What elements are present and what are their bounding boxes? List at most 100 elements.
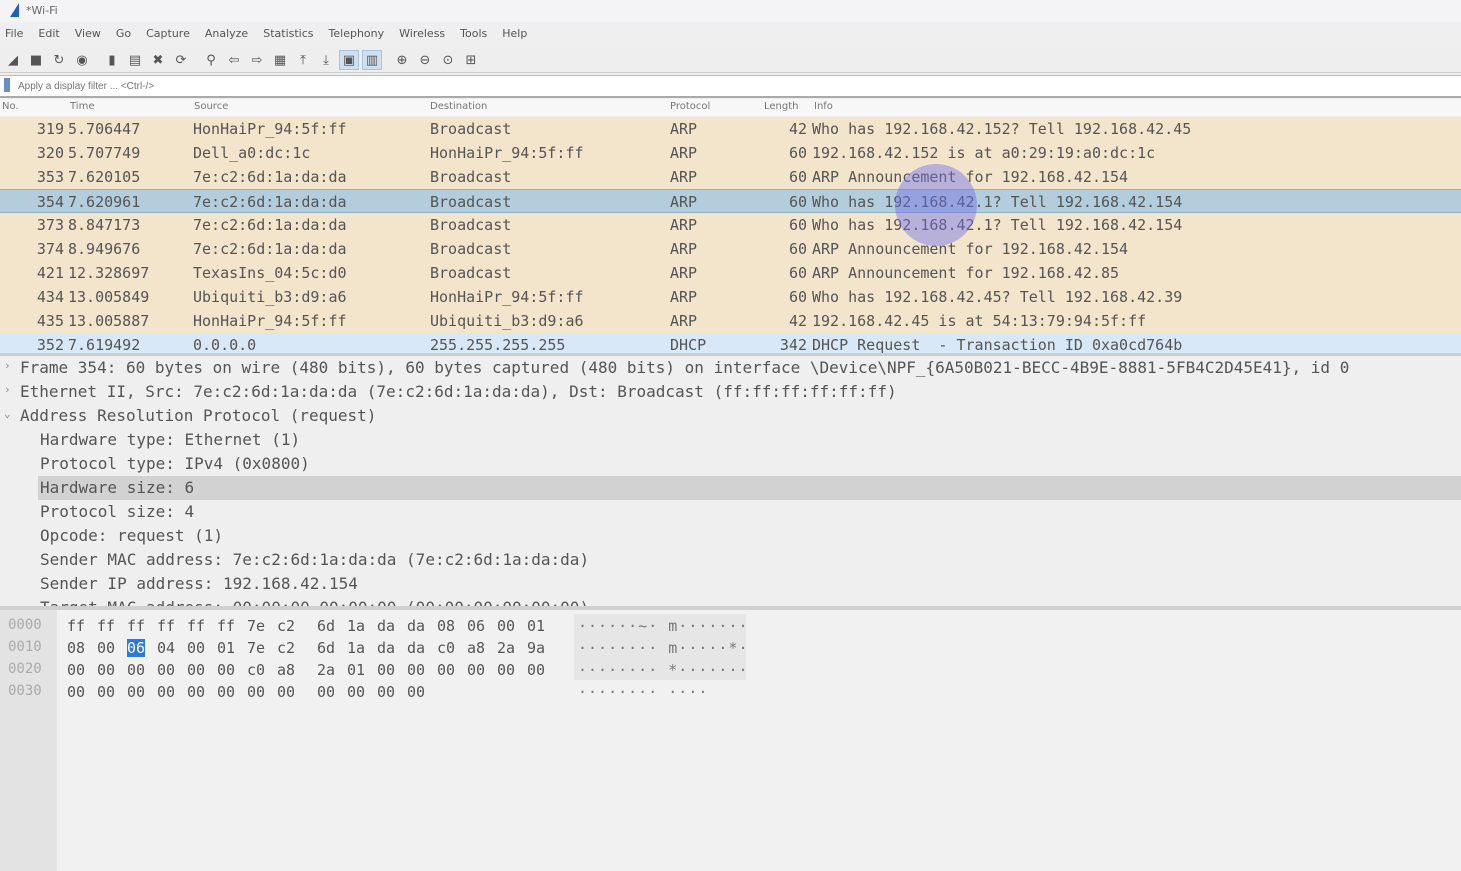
hex-byte[interactable]: 00 (467, 661, 485, 679)
menu-go[interactable]: Go (116, 27, 131, 45)
hex-byte[interactable]: 00 (407, 661, 425, 679)
hex-byte[interactable]: 2a (317, 661, 335, 679)
zoom-out-button[interactable]: ⊖ (415, 50, 435, 70)
hex-byte[interactable]: 00 (157, 683, 175, 701)
detail-row[interactable]: Opcode: request (1) (0, 524, 1461, 548)
expand-arrow-icon[interactable]: › (4, 359, 11, 372)
reload-button[interactable]: ⟳ (171, 50, 191, 70)
hex-byte[interactable]: 2a (497, 639, 515, 657)
hex-byte[interactable]: 00 (187, 639, 205, 657)
expand-arrow-icon[interactable]: › (4, 383, 11, 396)
detail-row[interactable]: Sender MAC address: 7e:c2:6d:1a:da:da (7… (0, 548, 1461, 572)
filter-bookmark-icon[interactable] (4, 78, 10, 92)
detail-row[interactable]: ⌄ Address Resolution Protocol (request) (0, 404, 1461, 428)
hex-byte[interactable]: ff (217, 617, 235, 635)
hex-byte[interactable]: 00 (97, 639, 115, 657)
hex-byte[interactable]: a8 (467, 639, 485, 657)
collapse-arrow-icon[interactable]: ⌄ (4, 407, 11, 420)
column-header-protocol[interactable]: Protocol (670, 101, 710, 112)
packet-row[interactable]: 353 7.620105 7e:c2:6d:1a:da:da Broadcast ARP… (0, 165, 1461, 189)
hex-byte[interactable]: 9a (527, 639, 545, 657)
go-back-button[interactable]: ⇦ (224, 50, 244, 70)
packet-row[interactable]: 374 8.949676 7e:c2:6d:1a:da:da Broadcast ARP… (0, 237, 1461, 261)
hex-byte[interactable]: da (377, 617, 395, 635)
detail-row[interactable]: Target MAC address: 00:00:00_00:00:00 (0… (0, 596, 1461, 606)
hex-byte[interactable]: 00 (67, 661, 85, 679)
hex-byte[interactable]: 00 (497, 661, 515, 679)
hex-byte[interactable]: 08 (437, 617, 455, 635)
column-header-destination[interactable]: Destination (430, 101, 487, 112)
detail-row[interactable]: › Ethernet II, Src: 7e:c2:6d:1a:da:da (7e… (0, 380, 1461, 404)
go-to-packet-button[interactable]: ▦ (270, 50, 290, 70)
menu-capture[interactable]: Capture (146, 27, 190, 45)
packet-row[interactable]: 421 12.328697 TexasIns_04:5c:d0 Broadcast AR… (0, 261, 1461, 285)
find-packet-button[interactable]: ⚲ (201, 50, 221, 70)
hex-byte[interactable]: 6d (317, 617, 335, 635)
display-filter-input[interactable] (16, 77, 1450, 95)
colorize-button[interactable]: ▥ (362, 50, 382, 70)
hex-byte[interactable]: ff (187, 617, 205, 635)
hex-byte[interactable]: 01 (217, 639, 235, 657)
detail-row[interactable]: Hardware type: Ethernet (1) (0, 428, 1461, 452)
hex-byte[interactable]: 01 (347, 661, 365, 679)
detail-row[interactable]: Protocol size: 4 (0, 500, 1461, 524)
menu-help[interactable]: Help (502, 27, 527, 45)
hex-byte[interactable]: 06 (467, 617, 485, 635)
hex-byte[interactable]: ff (97, 617, 115, 635)
shark-fin-start-button[interactable]: ◢ (3, 50, 23, 70)
menu-analyze[interactable]: Analyze (205, 27, 248, 45)
zoom-normal-button[interactable]: ⊙ (438, 50, 458, 70)
menu-wireless[interactable]: Wireless (399, 27, 445, 45)
hex-byte[interactable]: da (377, 639, 395, 657)
hex-byte[interactable]: a8 (277, 661, 295, 679)
close-file-button[interactable]: ✖ (148, 50, 168, 70)
hex-ascii[interactable]: ········ *······· (578, 661, 749, 679)
hex-byte[interactable]: ff (157, 617, 175, 635)
packet-row[interactable]: 434 13.005849 Ubiquiti_b3:d9:a6 HonHaiPr_94… (0, 285, 1461, 309)
hex-byte[interactable]: 6d (317, 639, 335, 657)
hex-byte[interactable]: 00 (407, 683, 425, 701)
hex-byte[interactable]: 00 (187, 683, 205, 701)
go-first-button[interactable]: ⤒ (293, 50, 313, 70)
packet-row[interactable]: 320 5.707749 Dell_a0:dc:1c HonHaiPr_94:5f:f… (0, 141, 1461, 165)
hex-byte[interactable]: 00 (187, 661, 205, 679)
menu-file[interactable]: File (5, 27, 23, 45)
hex-ascii[interactable]: ········ m·····*· (578, 639, 749, 657)
column-header-info[interactable]: Info (814, 101, 833, 112)
menu-tools[interactable]: Tools (460, 27, 487, 45)
menu-statistics[interactable]: Statistics (263, 27, 313, 45)
hex-byte[interactable]: 00 (317, 683, 335, 701)
hex-byte[interactable]: 00 (247, 683, 265, 701)
menu-view[interactable]: View (75, 27, 101, 45)
hex-byte[interactable]: 00 (97, 661, 115, 679)
hex-byte[interactable]: 1a (347, 639, 365, 657)
hex-byte[interactable]: 00 (527, 661, 545, 679)
autoscroll-button[interactable]: ▣ (339, 50, 359, 70)
save-file-button[interactable]: ▤ (125, 50, 145, 70)
hex-byte[interactable]: 00 (217, 683, 235, 701)
hex-byte[interactable]: 00 (127, 683, 145, 701)
options-gear-button[interactable]: ◉ (72, 50, 92, 70)
hex-ascii[interactable]: ······~· m······· (578, 617, 749, 635)
column-header-no[interactable]: No. (2, 101, 19, 112)
menu-edit[interactable]: Edit (38, 27, 59, 45)
menu-telephony[interactable]: Telephony (329, 27, 385, 45)
go-forward-button[interactable]: ⇨ (247, 50, 267, 70)
packet-row[interactable]: 319 5.706447 HonHaiPr_94:5f:ff Broadcast ARP… (0, 117, 1461, 141)
hex-byte[interactable]: 00 (377, 683, 395, 701)
detail-row[interactable]: Sender IP address: 192.168.42.154 (0, 572, 1461, 596)
hex-byte[interactable]: c0 (437, 639, 455, 657)
hex-byte[interactable]: 00 (217, 661, 235, 679)
hex-byte[interactable]: c2 (277, 639, 295, 657)
hex-byte[interactable]: 00 (67, 683, 85, 701)
hex-byte[interactable]: 00 (377, 661, 395, 679)
hex-byte[interactable]: 00 (157, 661, 175, 679)
hex-byte[interactable]: 06 (127, 639, 146, 657)
hex-byte[interactable]: 00 (127, 661, 145, 679)
detail-row[interactable]: Hardware size: 6 (38, 476, 1461, 500)
hex-byte[interactable]: 1a (347, 617, 365, 635)
hex-byte[interactable]: c0 (247, 661, 265, 679)
packet-row[interactable]: 435 13.005887 HonHaiPr_94:5f:ff Ubiquiti_b3… (0, 309, 1461, 333)
hex-byte[interactable]: 00 (437, 661, 455, 679)
column-header-time[interactable]: Time (70, 101, 94, 112)
